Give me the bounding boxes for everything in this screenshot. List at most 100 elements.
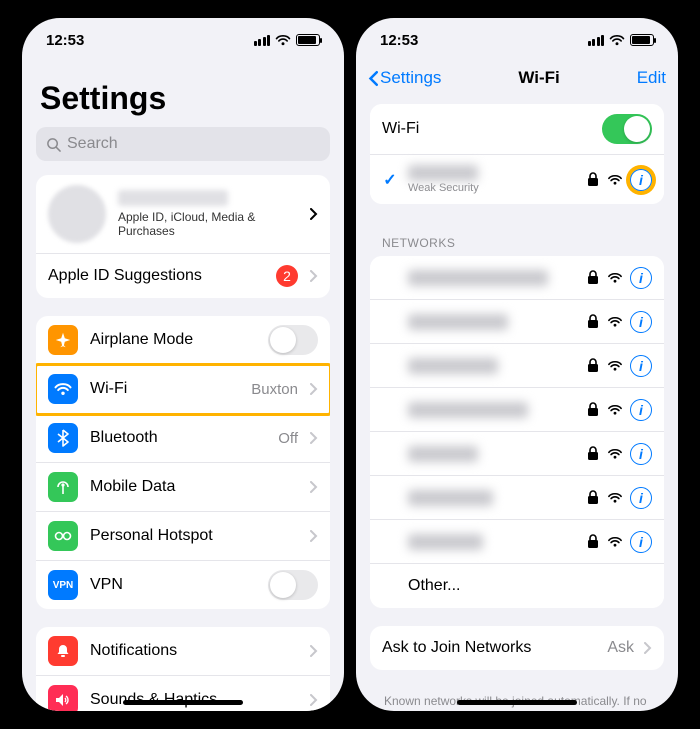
info-button[interactable]: i: [630, 399, 652, 421]
info-button[interactable]: i: [630, 531, 652, 553]
bell-icon: [48, 636, 78, 666]
lock-icon: [586, 534, 600, 549]
wifi-icon: [608, 448, 622, 459]
back-button[interactable]: Settings: [368, 68, 441, 88]
connectivity-group: Airplane Mode Wi-Fi Buxton Bluetooth Off: [36, 316, 330, 609]
row-label: VPN: [90, 576, 256, 594]
page-title: Settings: [40, 80, 330, 117]
info-button[interactable]: i: [630, 169, 652, 191]
search-input[interactable]: Search: [36, 127, 330, 161]
lock-icon: [586, 172, 600, 187]
other-label: Other...: [408, 577, 652, 595]
wifi-icon: [608, 316, 622, 327]
network-row[interactable]: i: [370, 300, 664, 344]
network-name-redacted: [408, 358, 498, 374]
chevron-right-icon: [310, 432, 318, 444]
antenna-icon: [48, 472, 78, 502]
profile-group: Apple ID, iCloud, Media & Purchases Appl…: [36, 175, 330, 298]
vpn-row[interactable]: VPN VPN: [36, 561, 330, 609]
row-value: Buxton: [251, 381, 298, 398]
edit-button[interactable]: Edit: [637, 68, 666, 88]
battery-icon: [296, 34, 320, 46]
row-label: Apple ID Suggestions: [48, 267, 264, 285]
row-label: Notifications: [90, 642, 298, 660]
network-row[interactable]: i: [370, 344, 664, 388]
apple-id-suggestions-row[interactable]: Apple ID Suggestions 2: [36, 254, 330, 298]
apple-id-row[interactable]: Apple ID, iCloud, Media & Purchases: [36, 175, 330, 254]
home-indicator[interactable]: [457, 700, 577, 705]
nav-title: Wi-Fi: [518, 68, 559, 88]
network-row[interactable]: i: [370, 520, 664, 564]
bluetooth-row[interactable]: Bluetooth Off: [36, 414, 330, 463]
lock-icon: [586, 358, 600, 373]
speaker-icon: [48, 685, 78, 711]
row-label: Airplane Mode: [90, 331, 256, 349]
network-name-redacted: [408, 270, 548, 286]
lock-icon: [586, 490, 600, 505]
hotspot-row[interactable]: Personal Hotspot: [36, 512, 330, 561]
network-name-redacted: [408, 402, 528, 418]
suggestions-badge: 2: [276, 265, 298, 287]
wifi-toggle-group: Wi-Fi ✓ Weak Security i: [370, 104, 664, 204]
signal-icon: [588, 35, 605, 46]
lock-icon: [586, 314, 600, 329]
ask-value: Ask: [607, 639, 634, 657]
wifi-icon: [608, 536, 622, 547]
home-indicator[interactable]: [123, 700, 243, 705]
ask-group: Ask to Join Networks Ask: [370, 626, 664, 670]
status-time: 12:53: [380, 32, 418, 49]
airplane-toggle[interactable]: [268, 325, 318, 355]
system-group: Notifications Sounds & Haptics Focus: [36, 627, 330, 711]
info-button[interactable]: i: [630, 267, 652, 289]
network-name-redacted: [408, 446, 478, 462]
network-row[interactable]: i: [370, 432, 664, 476]
vpn-toggle[interactable]: [268, 570, 318, 600]
info-button[interactable]: i: [630, 355, 652, 377]
wifi-icon: [608, 404, 622, 415]
info-button[interactable]: i: [630, 443, 652, 465]
profile-name-redacted: [118, 190, 228, 206]
chevron-right-icon: [310, 694, 318, 706]
wifi-icon: [608, 360, 622, 371]
wifi-status-icon: [609, 34, 625, 46]
wifi-toggle-label: Wi-Fi: [382, 120, 592, 138]
search-icon: [46, 137, 61, 152]
ask-label: Ask to Join Networks: [382, 639, 597, 657]
connected-network-row[interactable]: ✓ Weak Security i: [370, 155, 664, 204]
signal-icon: [254, 35, 271, 46]
search-placeholder: Search: [67, 135, 118, 153]
network-row[interactable]: i: [370, 476, 664, 520]
chevron-right-icon: [310, 383, 318, 395]
airplane-mode-row[interactable]: Airplane Mode: [36, 316, 330, 365]
wifi-toggle-row: Wi-Fi: [370, 104, 664, 155]
weak-security-label: Weak Security: [408, 182, 576, 194]
network-name-redacted: [408, 314, 508, 330]
ask-to-join-row[interactable]: Ask to Join Networks Ask: [370, 626, 664, 670]
other-row[interactable]: Other...: [370, 564, 664, 608]
network-row[interactable]: i: [370, 388, 664, 432]
chevron-right-icon: [310, 481, 318, 493]
wifi-toggle[interactable]: [602, 114, 652, 144]
wifi-icon: [608, 174, 622, 185]
wifi-row[interactable]: Wi-Fi Buxton: [36, 365, 330, 414]
networks-header: NETWORKS: [370, 222, 664, 256]
avatar: [48, 185, 106, 243]
chevron-right-icon: [310, 530, 318, 542]
navbar: Settings Wi-Fi Edit: [356, 62, 678, 98]
chevron-right-icon: [310, 270, 318, 282]
networks-group: i i i: [370, 256, 664, 608]
wifi-screen: 12:53 Settings Wi-Fi Edit Wi-Fi ✓ Weak S…: [356, 18, 678, 711]
settings-screen: 12:53 Settings Search Apple ID, iCloud, …: [22, 18, 344, 711]
notifications-row[interactable]: Notifications: [36, 627, 330, 676]
mobile-data-row[interactable]: Mobile Data: [36, 463, 330, 512]
network-row[interactable]: i: [370, 256, 664, 300]
wifi-icon: [48, 374, 78, 404]
wifi-status-icon: [275, 34, 291, 46]
info-button[interactable]: i: [630, 487, 652, 509]
row-label: Wi-Fi: [90, 380, 239, 398]
sounds-row[interactable]: Sounds & Haptics: [36, 676, 330, 711]
info-button[interactable]: i: [630, 311, 652, 333]
status-time: 12:53: [46, 32, 84, 49]
lock-icon: [586, 446, 600, 461]
battery-icon: [630, 34, 654, 46]
